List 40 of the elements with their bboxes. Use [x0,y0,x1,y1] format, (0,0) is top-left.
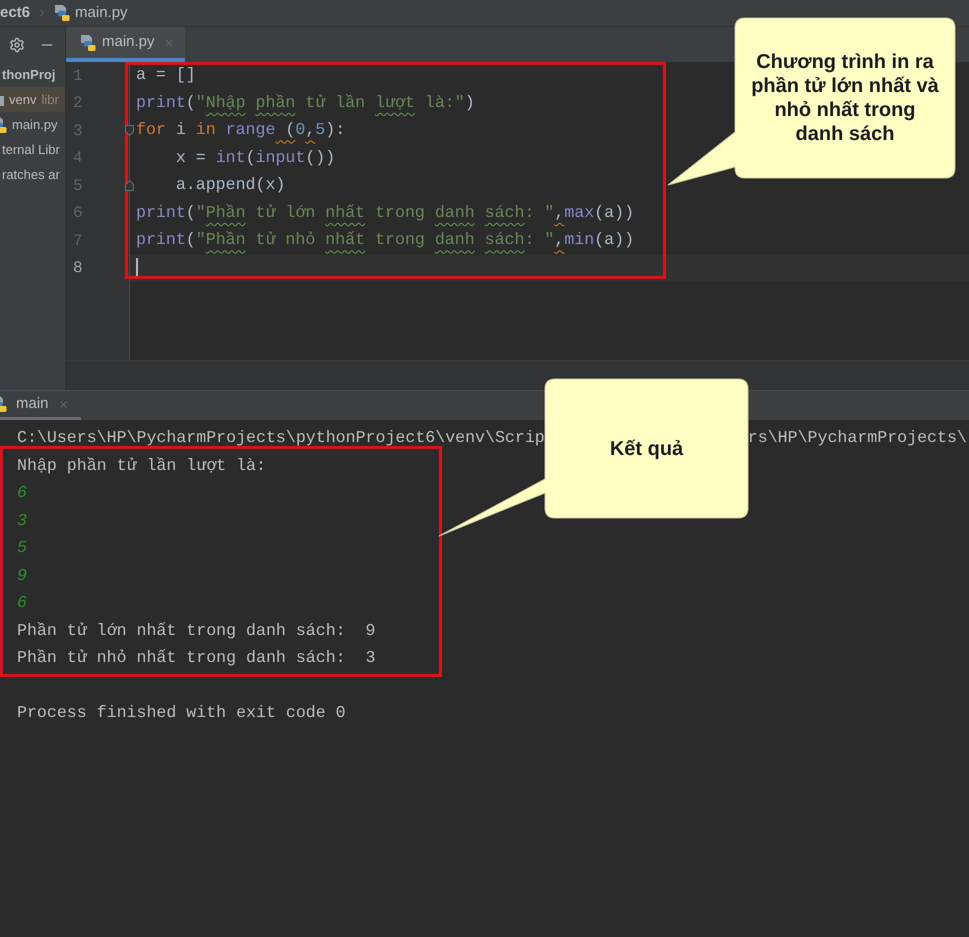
close-icon[interactable] [162,36,175,48]
console-input-line: 6 [17,482,27,504]
tree-item[interactable]: ratches ar [0,162,65,187]
fold-marker-icon[interactable] [125,180,134,192]
console-command-text: rs\HP\PycharmProjects\ [748,427,967,450]
editor-tab[interactable]: main.py [66,27,185,62]
breadcrumb-item[interactable]: main.py [54,2,128,24]
console-input-line: 9 [17,564,27,587]
folder-icon [0,93,4,106]
console-output-line: Phần tử lớn nhất trong danh sách: 9 [17,620,376,642]
code-line: a.append(x) [174,174,286,196]
code-line: print("Phần tử nhỏ nhất trong danh sách: ",min(a)) [136,229,634,252]
fold-marker-icon[interactable] [125,125,134,136]
console-input-line: 3 [17,510,27,532]
console-output-line: Nhập phần tử lần lượt là: [17,454,266,477]
tree-item[interactable]: main.py [0,112,65,137]
code-line: print("Nhập phần tử lần lượt là:") [136,92,475,114]
console-output-line: Phần tử nhỏ nhất trong danh sách: 3 [17,647,376,670]
breadcrumb-item[interactable]: ect6 [0,2,30,24]
text-caret [136,258,138,279]
code-line: for i in range (0,5): [136,119,346,142]
code-line: a = [] [136,64,196,86]
callout-text: Kết quả [608,436,684,460]
python-file-icon [54,5,70,21]
python-file-icon [80,34,96,50]
close-icon[interactable] [58,398,69,410]
python-file-icon [0,396,7,412]
tree-item[interactable]: thonProj [0,62,65,87]
code-line: print("Phần tử lớn nhất trong danh sách: ",max(a)) [136,202,634,224]
console-input-line: 6 [17,592,27,614]
python-file-icon [0,116,7,132]
code-line: x = int(input()) [174,146,336,169]
console-input-line: 5 [17,537,27,560]
console-command-text: C:\Users\HP\PycharmProjects\pythonProject6\venv\Scrip [17,427,545,450]
console-exit-message: Process finished with exit code 0 [17,702,346,724]
tree-item[interactable]: venv libr [0,87,65,112]
callout-text: Chương trình in ra phần tử lớn nhất và nhỏ nhất trong danh sách [750,50,940,146]
line-number: 8 [73,258,83,280]
tree-item[interactable]: ternal Libr [0,137,65,162]
settings-icon[interactable] [9,36,25,52]
